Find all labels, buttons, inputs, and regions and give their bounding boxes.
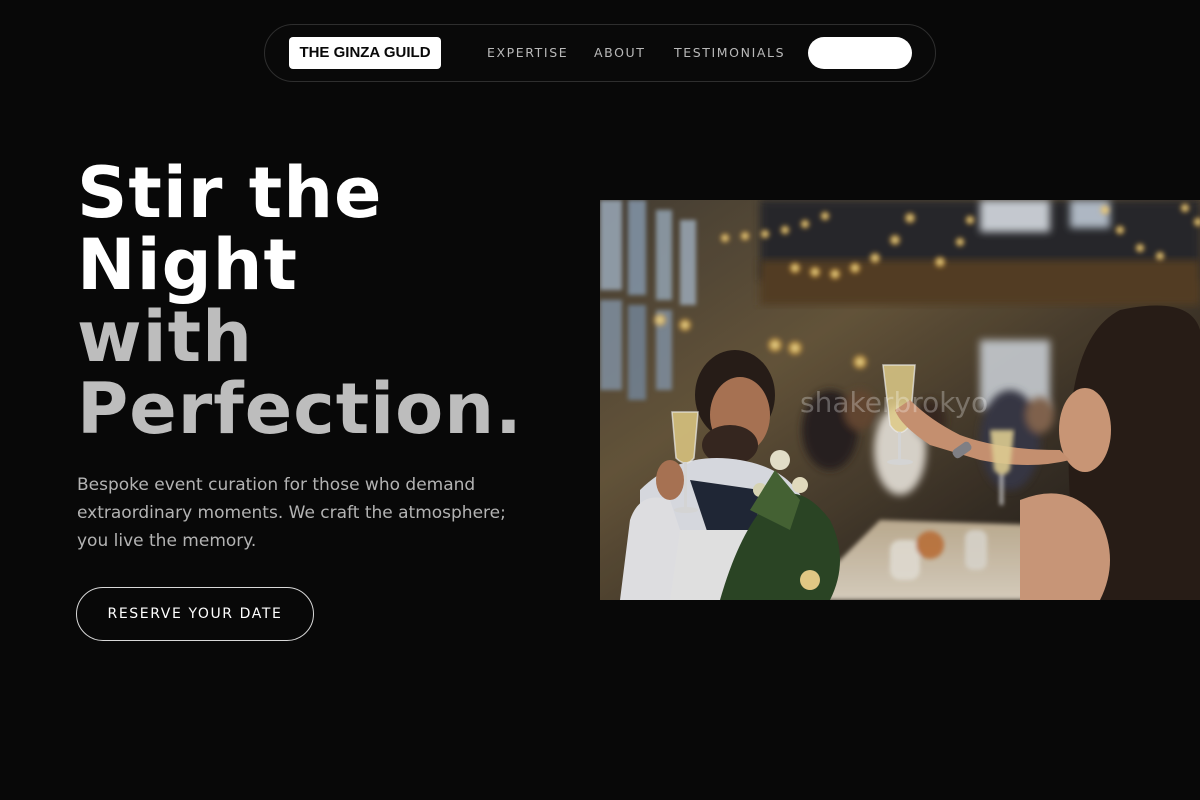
nav-link-testimonials[interactable]: TESTIMONIALS bbox=[674, 45, 785, 61]
hero-subtitle: Bespoke event curation for those who dem… bbox=[77, 475, 506, 551]
nav-link-about[interactable]: ABOUT bbox=[594, 45, 646, 61]
headline-line-2: Night bbox=[77, 224, 298, 306]
event-toast-photo: shakerbrokyo bbox=[600, 200, 1200, 600]
hero-photo: shakerbrokyo bbox=[600, 200, 1200, 600]
top-navigation: THE GINZA GUILD EXPERTISE ABOUT TESTIMON… bbox=[264, 24, 936, 82]
landing-page: THE GINZA GUILD EXPERTISE ABOUT TESTIMON… bbox=[0, 0, 1200, 800]
photo-watermark: shakerbrokyo bbox=[800, 386, 988, 419]
headline-line-4: Perfection. bbox=[77, 368, 523, 450]
brand-logo[interactable]: THE GINZA GUILD bbox=[289, 37, 441, 69]
headline-line-3: with bbox=[77, 296, 253, 378]
hero-headline: Stir the Night with Perfection. bbox=[77, 157, 523, 445]
nav-link-expertise[interactable]: EXPERTISE bbox=[487, 45, 568, 61]
headline-line-1: Stir the bbox=[77, 152, 383, 234]
nav-cta-button[interactable] bbox=[808, 37, 912, 69]
reserve-date-button[interactable]: RESERVE YOUR DATE bbox=[76, 587, 314, 641]
